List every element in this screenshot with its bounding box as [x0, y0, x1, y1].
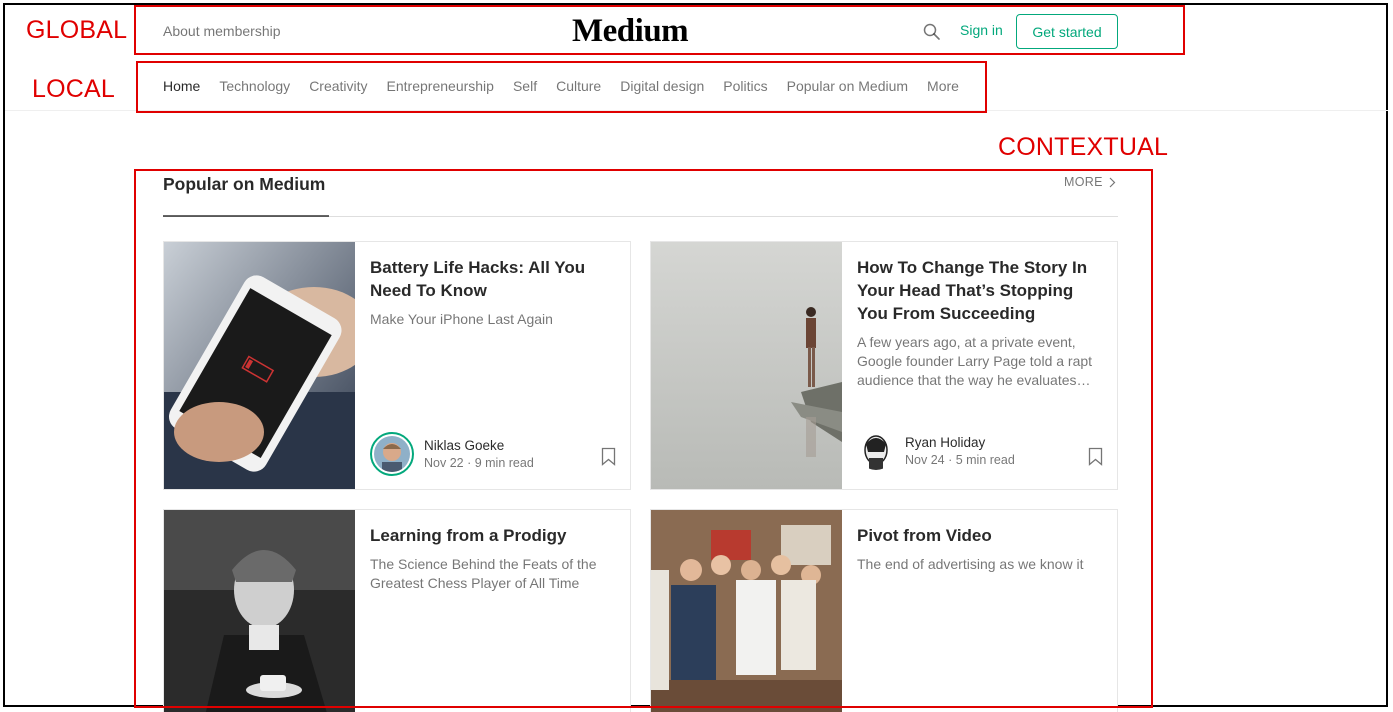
annotation-global-box — [134, 5, 1185, 55]
annotation-global-label: GLOBAL — [26, 16, 128, 44]
annotation-local-label: LOCAL — [32, 75, 115, 103]
annotation-local-box — [136, 61, 987, 113]
annotation-contextual-box — [134, 169, 1153, 708]
annotation-contextual-label: CONTEXTUAL — [998, 133, 1169, 161]
